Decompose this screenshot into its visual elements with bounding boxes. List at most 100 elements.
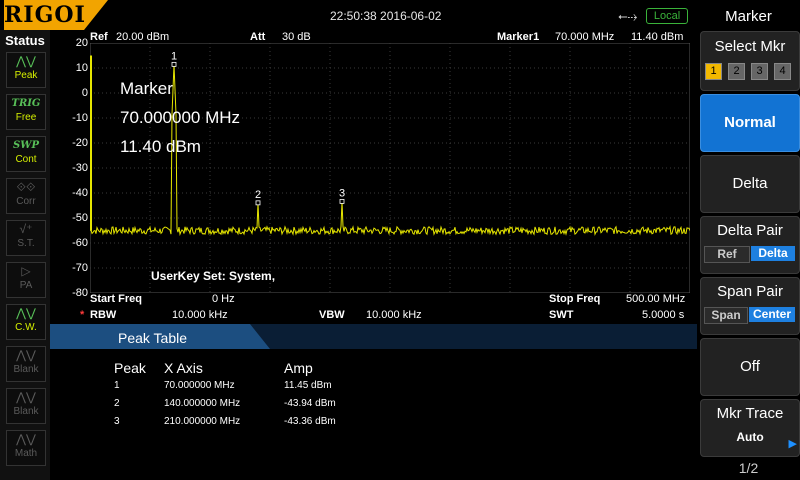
y-tick-label: 20 [75,37,88,49]
stop-freq-label: Stop Freq [549,293,601,305]
delta-pair-delta-option[interactable]: Delta [751,246,795,261]
logo-wedge [84,0,108,30]
peak-marker-1 [171,61,177,67]
marker-readout-title: Marker [120,79,173,98]
peak-amp-cell: 11.45 dBm [284,380,332,391]
status-corr-item[interactable]: ⟐⟐ Corr [6,178,46,214]
delta-softkey[interactable]: Delta [700,155,800,213]
peak-number-cell: 2 [114,398,120,409]
peak-xaxis-cell: 210.000000 MHz [164,416,241,427]
blank-icon: ⋀⋁ [16,390,36,404]
span-pair-label: Span Pair [717,283,783,300]
math-icon: ⋀⋁ [16,432,36,446]
status-item-label: Corr [16,196,36,207]
mkr-trace-label: Mkr Trace [716,405,784,422]
y-tick-label: -70 [72,262,88,274]
status-blank-item[interactable]: ⋀⋁ Blank [6,346,46,382]
st-icon: √⁺ [19,222,33,236]
delta-pair-softkey[interactable]: Delta Pair [700,216,800,274]
rbw-label: RBW [90,309,117,321]
peak-icon: ⋀⋁ [16,54,36,68]
menu-title: Marker [725,8,772,25]
marker-freq: 70.000 MHz [555,31,615,43]
status-free-item[interactable]: TRIG Free [6,94,46,130]
mkr-1-button[interactable]: 1 [705,63,722,80]
off-softkey[interactable]: Off [700,338,800,396]
status-peak-item[interactable]: ⋀⋁ Peak [6,52,46,88]
mkr-trace-value: Auto [736,430,764,444]
select-mkr-softkey[interactable]: Select Mkr [700,31,800,91]
cw-icon: ⋀⋁ [16,306,36,320]
amp-col-header: Amp [284,360,313,376]
userkey-set: UserKey Set: System, [151,269,276,283]
status-item-label: C.W. [15,322,37,333]
y-tick-label: -60 [72,237,88,249]
span-pair-center-option[interactable]: Center [749,307,795,322]
start-freq-value[interactable]: 0 Hz [212,293,235,305]
status-item-label: Cont [15,154,37,165]
menu-page-indicator[interactable]: 1/2 [697,460,800,476]
status-st-item[interactable]: √⁺ S.T. [6,220,46,256]
status-blank-item[interactable]: ⋀⋁ Blank [6,388,46,424]
peak-number-cell: 1 [114,380,120,391]
vbw-label: VBW [319,309,345,321]
status-item-label: PA [19,280,33,291]
local-badge[interactable]: Local [646,8,688,24]
delta-pair-ref-option[interactable]: Ref [704,246,750,263]
status-math-item[interactable]: ⋀⋁ Math [6,430,46,466]
pa-icon: ▷ [21,264,31,278]
status-cont-item[interactable]: SWP Cont [6,136,46,172]
peak-marker-label-1: 1 [171,50,177,62]
status-title: Status [5,33,45,48]
y-tick-label: -30 [72,162,88,174]
vbw-value[interactable]: 10.000 kHz [366,309,422,321]
marker-readout-amp: 11.40 dBm [120,137,201,156]
rigol-logo: RIGOL [4,0,91,30]
y-tick-label: -50 [72,212,88,224]
peak-col-header: Peak [114,360,146,376]
swt-label: SWT [549,309,574,321]
status-cw-item[interactable]: ⋀⋁ C.W. [6,304,46,340]
peak-amp-cell: -43.94 dBm [284,398,336,409]
peak-amp-cell: -43.36 dBm [284,416,336,427]
peak-xaxis-cell: 140.000000 MHz [164,398,241,409]
peak-marker-3 [339,198,345,204]
ref-value: 20.00 dBm [116,31,170,43]
ref-label: Ref [90,31,108,43]
trig-icon: TRIG [11,98,41,109]
status-item-label: Blank [13,406,39,417]
datetime: 22:50:38 2016-06-02 [330,9,442,23]
mkr-2-button[interactable]: 2 [728,63,745,80]
span-pair-span-option[interactable]: Span [704,307,748,324]
status-pa-item[interactable]: ▷ PA [6,262,46,298]
delta-pair-label: Delta Pair [717,222,783,239]
y-tick-label: -40 [72,187,88,199]
marker-readout: Marker 70.000000 MHz 11.40 dBm [120,74,240,161]
marker-label: Marker1 [497,31,540,43]
swt-value[interactable]: 5.0000 s [642,309,684,321]
submenu-arrow-icon: ▶ [788,438,797,450]
rbw-value[interactable]: 10.000 kHz [172,309,228,321]
att-value: 30 dB [282,31,311,43]
status-item-label: Free [15,112,37,123]
usb-icon: ⭠⇢ [618,9,638,23]
xaxis-col-header: X Axis [164,360,203,376]
start-freq-label: Start Freq [90,293,142,305]
att-label: Att [250,31,266,43]
span-pair-softkey[interactable]: Span Pair [700,277,800,335]
blank-icon: ⋀⋁ [16,348,36,362]
stop-freq-value[interactable]: 500.00 MHz [626,293,685,305]
marker-readout-freq: 70.000000 MHz [120,108,241,127]
mkr-3-button[interactable]: 3 [751,63,768,80]
y-tick-label: -80 [72,287,88,299]
y-tick-label: -20 [72,137,88,149]
mkr-trace-softkey[interactable]: Mkr Trace Auto ▶ [700,399,800,457]
y-tick-label: -10 [72,112,88,124]
mkr-4-button[interactable]: 4 [774,63,791,80]
status-item-label: S.T. [17,238,35,249]
swp-icon: SWP [13,140,39,151]
peak-number-cell: 3 [114,416,120,427]
normal-softkey[interactable]: Normal [700,94,800,152]
y-tick-label: 10 [75,62,88,74]
select-mkr-label: Select Mkr [714,38,786,55]
